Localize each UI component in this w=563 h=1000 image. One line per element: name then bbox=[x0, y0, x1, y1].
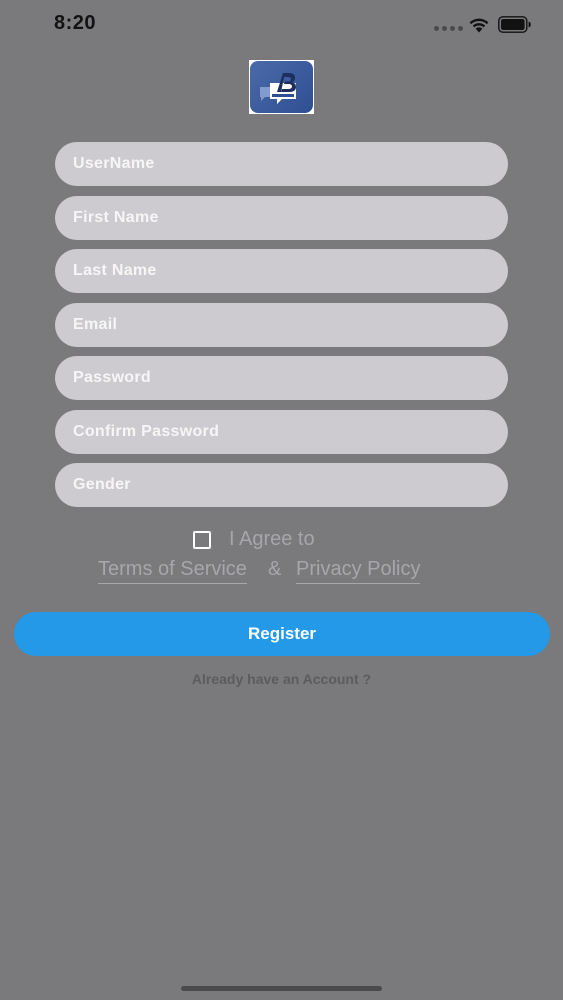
last-name-placeholder: Last Name bbox=[73, 262, 157, 279]
first-name-field[interactable]: First Name bbox=[55, 196, 508, 240]
home-indicator[interactable] bbox=[181, 986, 382, 991]
already-have-account-link[interactable]: Already have an Account ? bbox=[0, 671, 563, 687]
register-button-label: Register bbox=[247, 624, 317, 643]
password-field[interactable]: Password bbox=[55, 356, 508, 400]
status-time: 8:20 bbox=[54, 12, 97, 34]
agreement-row: I Agree to bbox=[0, 528, 563, 552]
username-field[interactable]: UserName bbox=[55, 142, 508, 186]
app-logo bbox=[249, 60, 314, 114]
logo-mark-icon bbox=[260, 73, 296, 104]
last-name-field[interactable]: Last Name bbox=[55, 249, 508, 293]
terms-of-service-link[interactable]: Terms of Service bbox=[98, 558, 247, 584]
battery-icon bbox=[498, 16, 531, 33]
wifi-icon bbox=[469, 18, 489, 33]
legal-links-row: Terms of Service & Privacy Policy bbox=[0, 558, 563, 586]
username-placeholder: UserName bbox=[73, 155, 155, 172]
first-name-placeholder: First Name bbox=[73, 209, 159, 226]
status-bar: 8:20 bbox=[0, 0, 563, 50]
email-placeholder: Email bbox=[73, 316, 118, 333]
register-button[interactable]: Register bbox=[14, 612, 550, 656]
agree-checkbox[interactable] bbox=[193, 531, 211, 549]
gender-field[interactable]: Gender bbox=[55, 463, 508, 507]
ampersand-text: & bbox=[268, 558, 282, 580]
gender-placeholder: Gender bbox=[73, 476, 131, 493]
email-field[interactable]: Email bbox=[55, 303, 508, 347]
password-placeholder: Password bbox=[73, 369, 151, 386]
agree-label: I Agree to bbox=[229, 528, 315, 550]
privacy-policy-link[interactable]: Privacy Policy bbox=[296, 558, 421, 584]
confirm-password-placeholder: Confirm Password bbox=[73, 423, 220, 440]
confirm-password-field[interactable]: Confirm Password bbox=[55, 410, 508, 454]
cellular-signal-icon bbox=[434, 26, 463, 31]
